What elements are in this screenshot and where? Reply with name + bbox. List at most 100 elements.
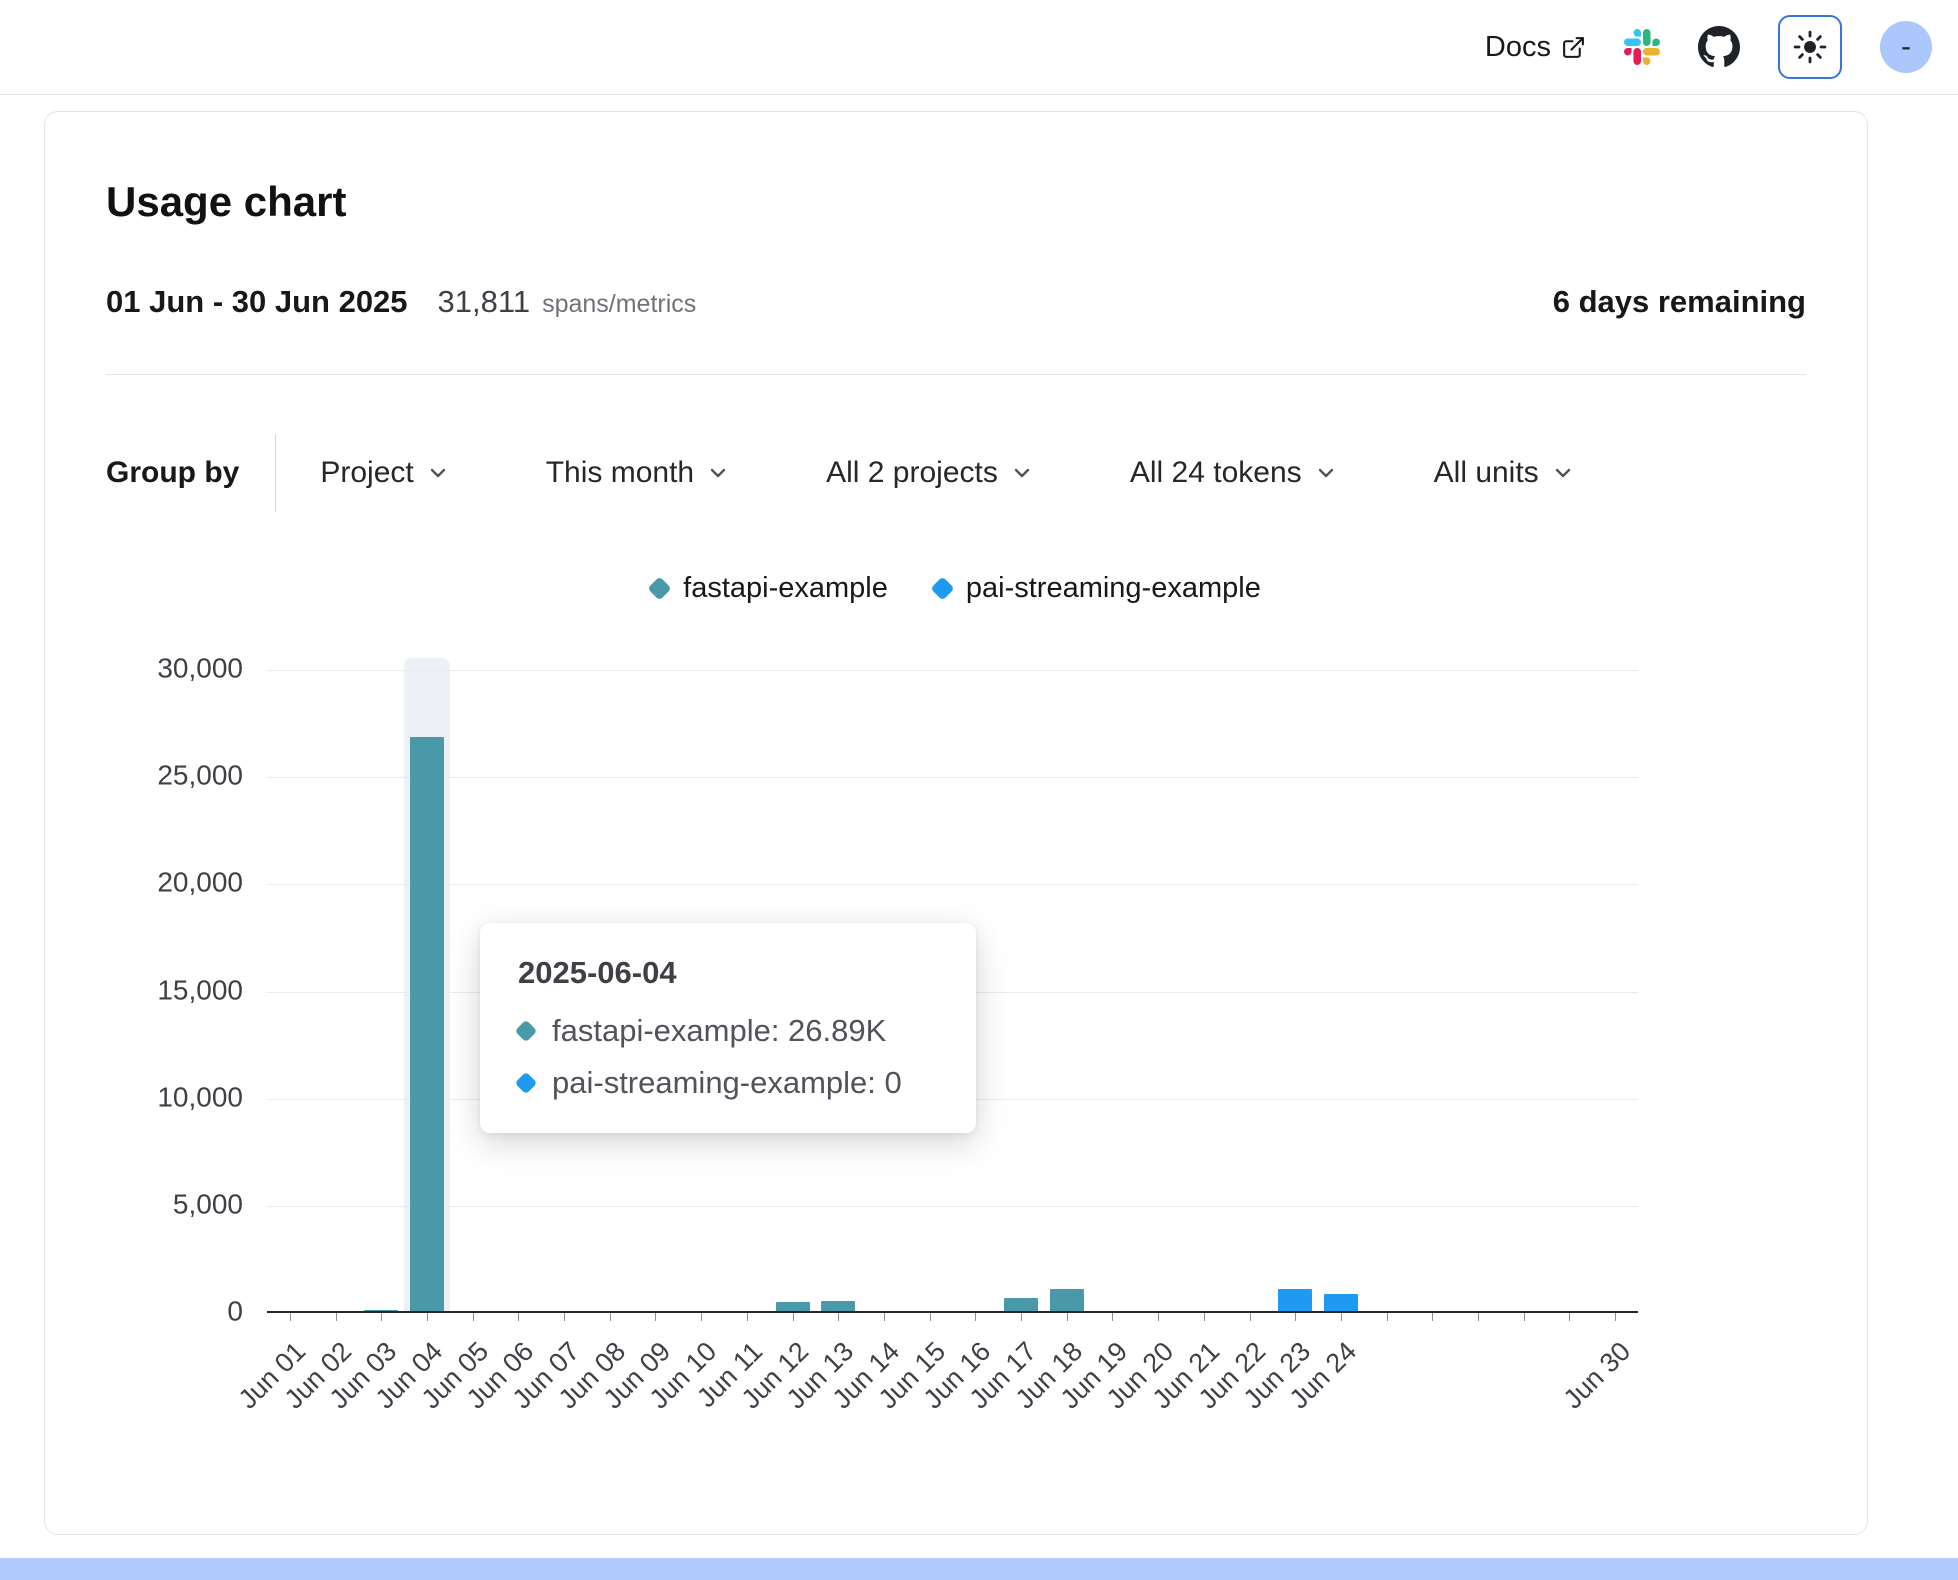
gridline xyxy=(267,1206,1638,1207)
vertical-divider xyxy=(275,434,276,512)
x-axis-labels: Jun 01Jun 02Jun 03Jun 04Jun 05Jun 06Jun … xyxy=(267,1326,1638,1456)
x-axis-tick xyxy=(1067,1313,1068,1321)
legend-diamond-icon xyxy=(930,576,954,600)
legend-diamond-icon xyxy=(648,576,672,600)
tooltip-diamond-icon xyxy=(515,1020,538,1043)
tooltip-row: pai-streaming-example: 0 xyxy=(518,1065,938,1101)
x-axis-tick xyxy=(655,1313,656,1321)
legend-item-pai-streaming-example[interactable]: pai-streaming-example xyxy=(934,572,1261,605)
x-axis-tick xyxy=(1021,1313,1022,1321)
x-axis-tick xyxy=(1432,1313,1433,1321)
y-axis-tick-label: 20,000 xyxy=(39,867,243,899)
legend-label: fastapi-example xyxy=(683,572,888,605)
x-axis-line xyxy=(267,1311,1638,1313)
x-axis-tick xyxy=(1569,1313,1570,1321)
github-icon[interactable] xyxy=(1698,26,1740,68)
avatar-label: - xyxy=(1901,30,1911,64)
usage-count: 31,811 xyxy=(438,284,531,320)
page-title: Usage chart xyxy=(106,178,346,226)
units-dropdown[interactable]: All units xyxy=(1434,456,1575,490)
units-value: All units xyxy=(1434,456,1539,490)
x-axis-tick xyxy=(1615,1313,1616,1321)
x-axis-tick xyxy=(884,1313,885,1321)
sun-icon xyxy=(1793,30,1827,64)
usage-unit: spans/metrics xyxy=(542,290,696,319)
x-axis-tick xyxy=(1524,1313,1525,1321)
x-axis-tick xyxy=(1204,1313,1205,1321)
usage-card: Usage chart 01 Jun - 30 Jun 2025 31,811 … xyxy=(44,111,1868,1535)
x-axis-tick xyxy=(610,1313,611,1321)
gridline xyxy=(267,777,1638,778)
x-axis-tick xyxy=(381,1313,382,1321)
x-axis-tick xyxy=(1387,1313,1388,1321)
y-axis-tick-label: 15,000 xyxy=(39,974,243,1006)
bar-pai-streaming-example[interactable] xyxy=(1278,1289,1312,1313)
y-axis-tick-label: 10,000 xyxy=(39,1081,243,1113)
tooltip-date: 2025-06-04 xyxy=(518,955,938,991)
docs-label: Docs xyxy=(1485,31,1551,64)
tooltip-row-label: pai-streaming-example: 0 xyxy=(552,1065,902,1101)
x-axis-tick xyxy=(701,1313,702,1321)
time-range-value: This month xyxy=(546,456,694,490)
slack-icon[interactable] xyxy=(1624,29,1660,65)
x-axis-tick xyxy=(1478,1313,1479,1321)
x-axis-tick xyxy=(838,1313,839,1321)
divider xyxy=(106,374,1806,375)
legend-item-fastapi-example[interactable]: fastapi-example xyxy=(651,572,888,605)
y-axis-tick-label: 0 xyxy=(39,1295,243,1327)
x-axis-tick xyxy=(336,1313,337,1321)
chart-tooltip: 2025-06-04 fastapi-example: 26.89K pai-s… xyxy=(480,923,976,1133)
chevron-down-icon xyxy=(426,461,450,485)
y-axis-tick-label: 5,000 xyxy=(39,1188,243,1220)
filters-row: Group by Project This month All 2 projec… xyxy=(106,434,1575,512)
bar-fastapi-example[interactable] xyxy=(1050,1289,1084,1313)
x-axis-tick xyxy=(930,1313,931,1321)
avatar[interactable]: - xyxy=(1880,21,1932,73)
x-axis-tick xyxy=(1250,1313,1251,1321)
x-axis-tick-label: Jun 30 xyxy=(1542,1336,1637,1431)
chevron-down-icon xyxy=(1551,461,1575,485)
gridline xyxy=(267,670,1638,671)
tooltip-row: fastapi-example: 26.89K xyxy=(518,1013,938,1049)
x-axis-tick xyxy=(427,1313,428,1321)
y-axis-tick-label: 30,000 xyxy=(39,652,243,684)
bar-fastapi-example[interactable] xyxy=(410,737,444,1313)
x-axis-tick xyxy=(290,1313,291,1321)
x-axis-tick xyxy=(564,1313,565,1321)
usage-stats-row: 01 Jun - 30 Jun 2025 31,811 spans/metric… xyxy=(106,284,1806,320)
gridline xyxy=(267,884,1638,885)
chart-legend: fastapi-example pai-streaming-example xyxy=(45,572,1867,605)
group-by-label: Group by xyxy=(106,456,239,490)
x-axis-tick xyxy=(1112,1313,1113,1321)
tokens-value: All 24 tokens xyxy=(1130,456,1302,490)
tooltip-diamond-icon xyxy=(515,1072,538,1095)
x-axis-tick xyxy=(473,1313,474,1321)
x-axis-tick xyxy=(518,1313,519,1321)
docs-link[interactable]: Docs xyxy=(1485,31,1586,64)
theme-toggle-button[interactable] xyxy=(1778,15,1842,79)
tooltip-row-label: fastapi-example: 26.89K xyxy=(552,1013,886,1049)
usage-period: 01 Jun - 30 Jun 2025 xyxy=(106,284,408,320)
chevron-down-icon xyxy=(706,461,730,485)
x-axis-tick xyxy=(793,1313,794,1321)
projects-value: All 2 projects xyxy=(826,456,998,490)
days-remaining: 6 days remaining xyxy=(1553,284,1806,320)
group-by-dropdown[interactable]: Project xyxy=(320,456,449,490)
x-axis-tick xyxy=(1341,1313,1342,1321)
external-link-icon xyxy=(1561,35,1586,60)
footer-strip xyxy=(0,1558,1958,1580)
chevron-down-icon xyxy=(1010,461,1034,485)
group-by-value: Project xyxy=(320,456,413,490)
topbar: Docs xyxy=(0,0,1958,95)
x-axis-tick xyxy=(975,1313,976,1321)
chevron-down-icon xyxy=(1314,461,1338,485)
projects-dropdown[interactable]: All 2 projects xyxy=(826,456,1034,490)
x-axis-tick xyxy=(1295,1313,1296,1321)
x-axis-tick xyxy=(1158,1313,1159,1321)
tokens-dropdown[interactable]: All 24 tokens xyxy=(1130,456,1338,490)
legend-label: pai-streaming-example xyxy=(966,572,1261,605)
y-axis-tick-label: 25,000 xyxy=(39,760,243,792)
time-range-dropdown[interactable]: This month xyxy=(546,456,730,490)
y-axis-labels: 05,00010,00015,00020,00025,00030,000 xyxy=(45,670,249,1313)
x-axis-tick xyxy=(747,1313,748,1321)
